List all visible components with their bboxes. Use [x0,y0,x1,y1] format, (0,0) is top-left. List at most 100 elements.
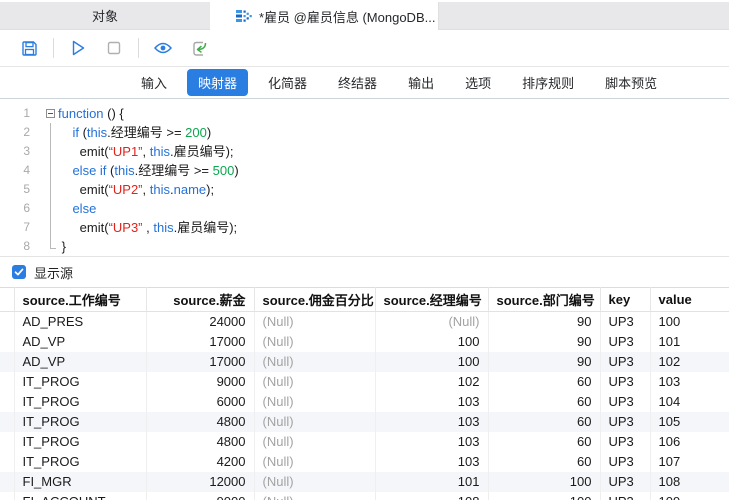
grid-cell[interactable]: (Null) [254,391,376,412]
grid-cell[interactable]: (Null) [254,311,376,332]
grid-cell[interactable]: 60 [488,371,601,392]
tab-mapper[interactable]: 映射器 [187,69,249,96]
grid-cell[interactable]: 4800 [146,411,255,432]
grid-cell[interactable]: FI_MGR [14,471,147,492]
grid-cell[interactable]: (Null) [254,451,376,472]
grid-cell[interactable]: 60 [488,391,601,412]
grid-cell[interactable]: 109 [650,491,729,500]
stop-button[interactable] [101,36,127,60]
grid-cell[interactable]: 105 [650,411,729,432]
grid-cell[interactable]: 90 [488,331,601,352]
grid-cell[interactable]: 103 [375,391,489,412]
row-selector[interactable] [0,371,15,392]
column-header[interactable]: source.佣金百分比 [254,287,376,312]
grid-cell[interactable]: 107 [650,451,729,472]
grid-cell[interactable]: UP3 [600,331,651,352]
row-selector[interactable] [0,411,15,432]
grid-cell[interactable]: UP3 [600,351,651,372]
grid-cell[interactable]: 103 [375,431,489,452]
grid-cell[interactable]: IT_PROG [14,391,147,412]
grid-cell[interactable]: IT_PROG [14,431,147,452]
grid-cell[interactable]: 100 [488,491,601,500]
grid-cell[interactable]: UP3 [600,491,651,500]
grid-cell[interactable]: 17000 [146,351,255,372]
grid-cell[interactable]: 24000 [146,311,255,332]
grid-cell[interactable]: 100 [375,351,489,372]
grid-cell[interactable]: 101 [650,331,729,352]
tab-objects[interactable]: 对象 [0,2,210,29]
export-result-button[interactable] [186,36,212,60]
grid-cell[interactable]: (Null) [254,431,376,452]
tab-finalizer[interactable]: 终结器 [327,69,388,96]
grid-cell[interactable]: 9000 [146,491,255,500]
grid-cell[interactable]: UP3 [600,411,651,432]
row-selector[interactable] [0,391,15,412]
tab-input[interactable]: 输入 [130,69,178,96]
row-selector[interactable] [0,451,15,472]
grid-cell[interactable]: UP3 [600,471,651,492]
grid-cell[interactable]: IT_PROG [14,411,147,432]
grid-cell[interactable]: 103 [375,451,489,472]
tab-output[interactable]: 输出 [397,69,445,96]
grid-cell[interactable]: 108 [375,491,489,500]
column-header[interactable] [0,287,15,312]
grid-cell[interactable]: 60 [488,411,601,432]
grid-cell[interactable]: UP3 [600,311,651,332]
column-header[interactable]: source.薪金 [146,287,255,312]
grid-cell[interactable]: 90 [488,311,601,332]
grid-cell[interactable]: 9000 [146,371,255,392]
grid-cell[interactable]: (Null) [254,491,376,500]
grid-cell[interactable]: (Null) [254,371,376,392]
grid-cell[interactable]: UP3 [600,391,651,412]
tab-options[interactable]: 选项 [454,69,502,96]
row-selector[interactable] [0,431,15,452]
grid-cell[interactable]: 100 [488,471,601,492]
grid-cell[interactable]: IT_PROG [14,371,147,392]
grid-cell[interactable]: AD_VP [14,351,147,372]
tab-collation[interactable]: 排序规则 [511,69,585,96]
grid-cell[interactable]: 108 [650,471,729,492]
tab-reducer[interactable]: 化简器 [257,69,318,96]
code-editor[interactable]: 1 function () {2 if (this.经理编号 >= 200) 3 e… [0,99,729,257]
grid-cell[interactable]: FI_ACCOUNT [14,491,147,500]
row-selector[interactable] [0,351,15,372]
grid-cell[interactable]: 90 [488,351,601,372]
column-header[interactable]: source.经理编号 [375,287,489,312]
grid-cell[interactable]: (Null) [254,411,376,432]
grid-cell[interactable]: 100 [375,331,489,352]
grid-cell[interactable]: 103 [375,411,489,432]
grid-cell[interactable]: 104 [650,391,729,412]
show-source-checkbox[interactable] [12,265,26,279]
grid-cell[interactable]: 103 [650,371,729,392]
fold-toggle-icon[interactable] [40,104,58,123]
grid-cell[interactable]: UP3 [600,431,651,452]
grid-cell[interactable]: (Null) [375,311,489,332]
grid-cell[interactable]: 4200 [146,451,255,472]
grid-cell[interactable]: (Null) [254,471,376,492]
grid-cell[interactable]: 60 [488,451,601,472]
column-header[interactable]: source.部门编号 [488,287,601,312]
grid-cell[interactable]: 102 [375,371,489,392]
column-header[interactable]: key [600,287,651,312]
tab-script-preview[interactable]: 脚本预览 [594,69,668,96]
tab-document-mapreduce[interactable]: *雇员 @雇员信息 (MongoDB... [210,2,439,30]
grid-cell[interactable]: 17000 [146,331,255,352]
grid-cell[interactable]: (Null) [254,351,376,372]
grid-cell[interactable]: 4800 [146,431,255,452]
row-selector[interactable] [0,331,15,352]
grid-cell[interactable]: 102 [650,351,729,372]
grid-cell[interactable]: UP3 [600,371,651,392]
grid-cell[interactable]: 12000 [146,471,255,492]
column-header[interactable]: source.工作编号 [14,287,147,312]
grid-cell[interactable]: 60 [488,431,601,452]
grid-cell[interactable]: AD_VP [14,331,147,352]
grid-cell[interactable]: UP3 [600,451,651,472]
column-header[interactable]: value [650,287,729,312]
grid-cell[interactable]: 101 [375,471,489,492]
row-selector[interactable] [0,471,15,492]
grid-cell[interactable]: 106 [650,431,729,452]
grid-cell[interactable]: AD_PRES [14,311,147,332]
save-button[interactable] [16,36,42,60]
grid-cell[interactable]: 6000 [146,391,255,412]
row-selector[interactable] [0,491,15,500]
